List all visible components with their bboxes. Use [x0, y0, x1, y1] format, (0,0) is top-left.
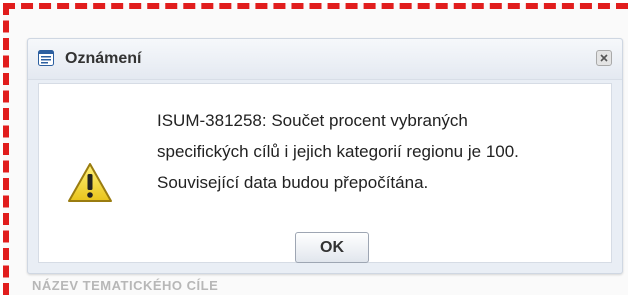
close-button[interactable] — [596, 50, 612, 66]
dialog-message: ISUM-381258: Součet procent vybraných sp… — [157, 105, 627, 198]
message-line: Související data budou přepočítána. — [157, 173, 429, 192]
message-line: specifických cílů i jejich kategorií reg… — [157, 142, 519, 161]
message-window-icon — [38, 50, 54, 66]
dialog-content: ISUM-381258: Součet procent vybraných sp… — [38, 83, 612, 263]
background-column-header: NÁZEV TEMATICKÉHO CÍLE — [32, 278, 219, 293]
dialog-title: Oznámení — [65, 50, 142, 67]
message-line: ISUM-381258: Součet procent vybraných — [157, 111, 468, 130]
close-icon — [600, 49, 608, 67]
notification-dialog: Oznámení ISUM-381258: Součet procent vyb… — [27, 38, 623, 274]
ok-button[interactable]: OK — [295, 232, 369, 263]
warning-icon — [66, 161, 114, 204]
dialog-titlebar[interactable]: Oznámení — [28, 39, 622, 80]
